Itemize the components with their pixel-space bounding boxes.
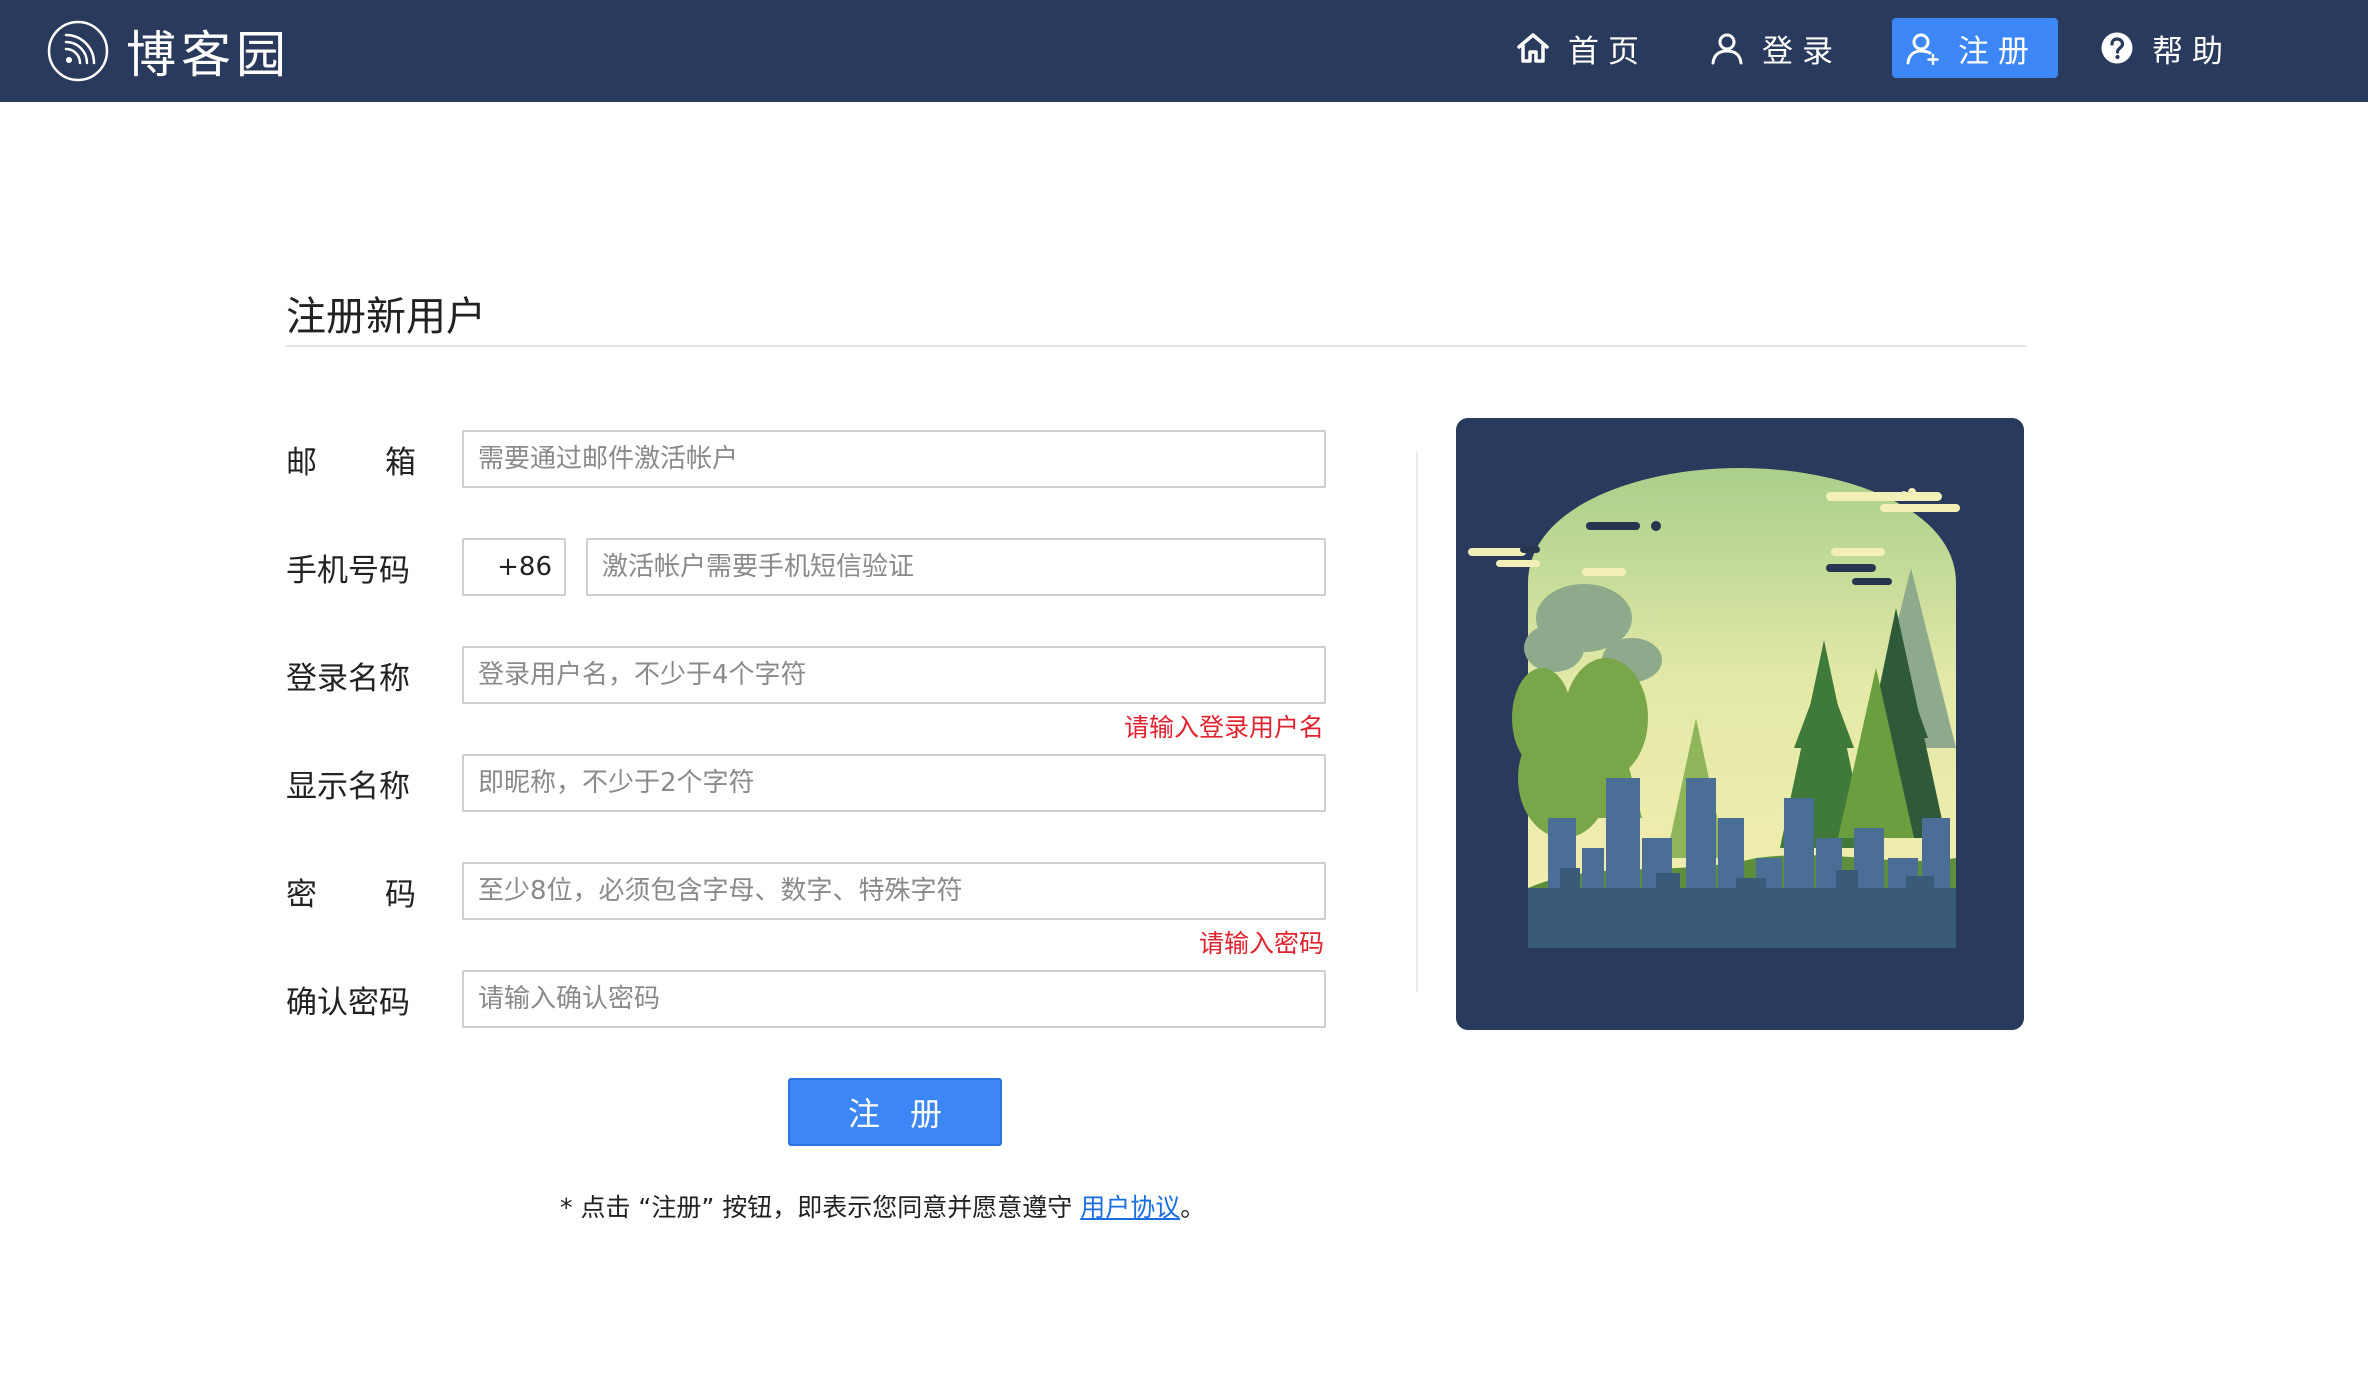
nav-item-label: 注册 — [1958, 33, 2038, 70]
register-button[interactable]: 注册 — [788, 1078, 1002, 1146]
email-input[interactable] — [462, 430, 1326, 488]
password-error: 请输入密码 — [1198, 929, 1324, 958]
phone-input[interactable] — [586, 538, 1326, 596]
top-navbar: 博客园 首页 登录 注册 帮助 — [0, 0, 2368, 102]
agreement-prefix: * 点击 “注册” 按钮，即表示您同意并愿意遵守 — [560, 1193, 1081, 1222]
help-icon — [2101, 32, 2133, 64]
agreement-notice: * 点击 “注册” 按钮，即表示您同意并愿意遵守 用户协议。 — [560, 1188, 1205, 1224]
password-label-char-2: 码 — [385, 876, 416, 913]
nav-item-help[interactable]: 帮助 — [2100, 18, 2240, 78]
nav-item-register[interactable]: 注册 — [1892, 18, 2058, 78]
user-icon — [1711, 33, 1743, 65]
login-name-label: 登录名称 — [286, 660, 410, 697]
password-label-char-1: 密 — [286, 876, 317, 913]
nav-item-label: 登录 — [1762, 33, 1842, 70]
password-label: 密 码 — [286, 862, 416, 920]
confirm-password-label: 确认密码 — [286, 984, 410, 1021]
title-divider — [286, 345, 2026, 347]
email-label-char-1: 邮 — [286, 444, 317, 481]
nav-item-label: 首页 — [1568, 33, 1648, 70]
login-name-error: 请输入登录用户名 — [1123, 713, 1324, 742]
display-name-input[interactable] — [462, 754, 1326, 812]
agreement-suffix: 。 — [1180, 1193, 1206, 1222]
email-label: 邮 箱 — [286, 430, 416, 488]
vertical-divider — [1416, 452, 1418, 992]
password-input[interactable] — [462, 862, 1326, 920]
phone-country-code[interactable]: +86 — [462, 538, 566, 596]
main-nav: 首页 登录 注册 帮助 — [0, 18, 2368, 78]
phone-label: 手机号码 — [286, 552, 410, 589]
confirm-password-input[interactable] — [462, 970, 1326, 1028]
display-name-label: 显示名称 — [286, 768, 410, 805]
page-title: 注册新用户 — [286, 294, 486, 340]
forest-city-image — [1468, 468, 1960, 968]
login-name-input[interactable] — [462, 646, 1326, 704]
email-label-char-2: 箱 — [385, 444, 416, 481]
nav-item-home[interactable]: 首页 — [1516, 18, 1656, 78]
home-icon — [1517, 33, 1549, 63]
nav-item-login[interactable]: 登录 — [1710, 18, 1850, 78]
nav-item-label: 帮助 — [2152, 33, 2232, 70]
user-agreement-link[interactable]: 用户协议 — [1080, 1193, 1180, 1222]
user-add-icon — [1906, 33, 1939, 65]
forest-city-illustration — [1456, 418, 2024, 1030]
